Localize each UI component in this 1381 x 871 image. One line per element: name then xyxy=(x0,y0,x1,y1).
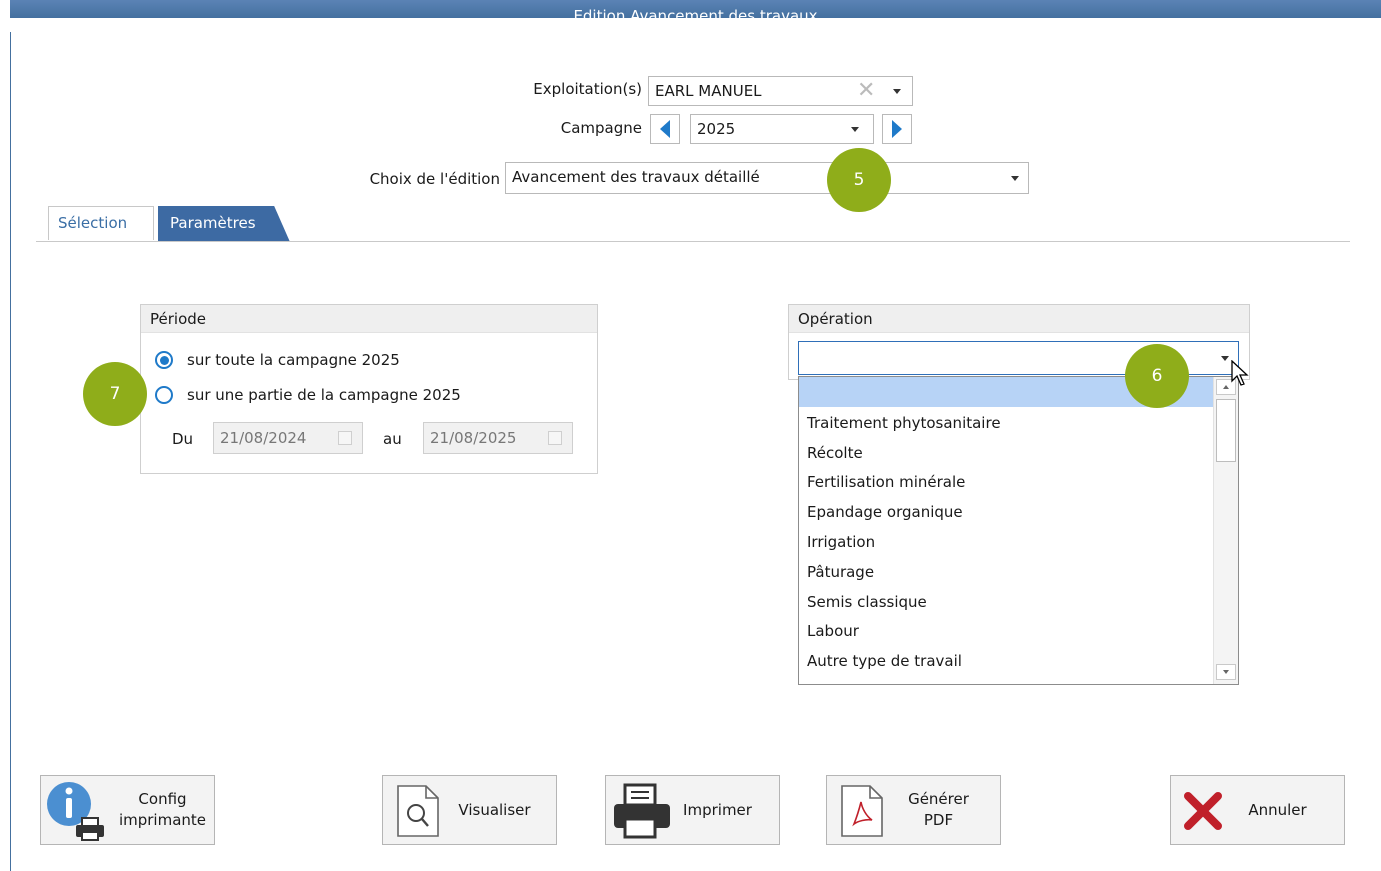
window-left-border xyxy=(10,32,11,871)
date-du-value: 21/08/2024 xyxy=(220,429,307,447)
arrow-right-icon xyxy=(892,120,902,138)
tab-parametres-label: Paramètres xyxy=(170,214,256,232)
exploitation-select[interactable]: EARL MANUEL ✕ xyxy=(648,76,913,106)
config-imprimante-button[interactable]: Config imprimante xyxy=(40,775,215,845)
window-titlebar: Edition Avancement des travaux xyxy=(10,0,1381,32)
date-au-value: 21/08/2025 xyxy=(430,429,517,447)
imprimer-button[interactable]: Imprimer xyxy=(605,775,780,845)
campagne-prev-button[interactable] xyxy=(650,114,680,144)
tab-parametres[interactable]: Paramètres xyxy=(158,206,290,242)
visualiser-button[interactable]: Visualiser xyxy=(382,775,557,845)
list-item[interactable]: Fertilisation minérale xyxy=(799,467,1213,497)
list-item[interactable]: Semis classique xyxy=(799,587,1213,617)
close-icon xyxy=(1184,792,1222,830)
info-printer-icon xyxy=(47,782,104,841)
exploitation-value: EARL MANUEL xyxy=(655,82,762,100)
chevron-down-icon[interactable] xyxy=(1011,176,1019,181)
list-item[interactable]: Epandage organique xyxy=(799,497,1213,527)
document-search-icon xyxy=(397,785,439,837)
exploitation-label: Exploitation(s) xyxy=(533,80,642,98)
du-label: Du xyxy=(172,430,194,448)
campagne-label: Campagne xyxy=(560,119,642,137)
campagne-value: 2025 xyxy=(697,120,736,138)
window-title: Edition Avancement des travaux xyxy=(573,7,818,25)
operation-dropdown-list: Traitement phytosanitaire Récolte Fertil… xyxy=(798,376,1239,685)
generer-pdf-button[interactable]: Générer PDF xyxy=(826,775,1001,845)
list-item[interactable]: Récolte xyxy=(799,438,1213,468)
tab-selection-label: Sélection xyxy=(58,214,128,232)
clear-icon[interactable]: ✕ xyxy=(857,77,875,105)
config-label-1: Config xyxy=(138,790,187,808)
calendar-icon xyxy=(338,431,352,445)
radio-toute-campagne-label[interactable]: sur toute la campagne 2025 xyxy=(187,351,400,369)
callout-6: 6 xyxy=(1125,344,1189,408)
date-du-field: 21/08/2024 xyxy=(213,422,363,454)
config-label-2: imprimante xyxy=(118,811,207,829)
radio-toute-campagne[interactable] xyxy=(155,351,173,369)
operation-title: Opération xyxy=(789,305,1249,333)
visualiser-label: Visualiser xyxy=(458,800,531,819)
chevron-down-icon[interactable] xyxy=(893,89,901,94)
list-item[interactable]: Traitement phytosanitaire xyxy=(799,408,1213,438)
mouse-cursor-icon xyxy=(1231,360,1249,386)
annuler-button[interactable]: Annuler xyxy=(1170,775,1345,845)
callout-5: 5 xyxy=(827,148,891,212)
list-item[interactable]: Irrigation xyxy=(799,527,1213,557)
au-label: au xyxy=(383,430,402,448)
pdf-label-1: Générer xyxy=(908,790,969,808)
annuler-label: Annuler xyxy=(1248,800,1307,819)
list-item[interactable]: Labour xyxy=(799,616,1213,646)
arrow-left-icon xyxy=(660,120,670,138)
edition-select[interactable]: Avancement des travaux détaillé xyxy=(505,162,1029,194)
chevron-down-icon[interactable] xyxy=(1221,356,1229,361)
radio-partie-campagne[interactable] xyxy=(155,386,173,404)
pdf-icon xyxy=(841,785,883,837)
edition-label: Choix de l'édition xyxy=(369,170,500,188)
campagne-select[interactable]: 2025 xyxy=(690,114,874,144)
list-item[interactable]: Pâturage xyxy=(799,557,1213,587)
radio-partie-campagne-label[interactable]: sur une partie de la campagne 2025 xyxy=(187,386,461,404)
tab-selection[interactable]: Sélection xyxy=(48,206,154,240)
scroll-down-button[interactable] xyxy=(1216,664,1236,680)
imprimer-label: Imprimer xyxy=(683,800,752,819)
date-au-field: 21/08/2025 xyxy=(423,422,573,454)
list-item[interactable]: Autre type de travail xyxy=(799,646,1213,676)
calendar-icon xyxy=(548,431,562,445)
campagne-next-button[interactable] xyxy=(882,114,912,144)
tab-divider xyxy=(36,241,1350,242)
edition-value: Avancement des travaux détaillé xyxy=(512,168,760,186)
pdf-label-2: PDF xyxy=(923,811,954,829)
chevron-down-icon[interactable] xyxy=(851,127,859,132)
periode-title: Période xyxy=(141,305,597,333)
scroll-thumb[interactable] xyxy=(1216,399,1236,462)
callout-7: 7 xyxy=(83,362,147,426)
printer-icon xyxy=(614,783,670,839)
dropdown-scrollbar[interactable] xyxy=(1213,377,1238,684)
